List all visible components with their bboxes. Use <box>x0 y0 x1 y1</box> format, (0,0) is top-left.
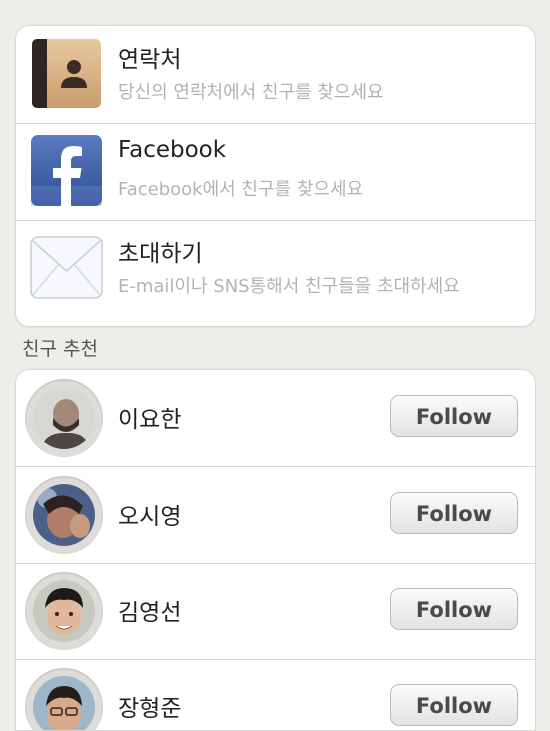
address-book-icon <box>30 37 103 110</box>
envelope-icon <box>30 231 103 304</box>
invite-option-invite[interactable]: 초대하기 E-mail이나 SNS통해서 친구들을 초대하세요 <box>16 220 535 317</box>
avatar-frame <box>25 572 103 650</box>
friend-row: 이요한 Follow <box>16 370 535 467</box>
invite-option-title: 연락처 <box>118 47 182 73</box>
avatar <box>33 387 95 449</box>
invite-option-facebook[interactable]: Facebook Facebook에서 친구를 찾으세요 <box>16 123 535 221</box>
avatar <box>33 580 95 642</box>
avatar-frame <box>25 668 103 730</box>
friend-row: 장형준 Follow <box>16 659 535 730</box>
invite-option-subtitle: Facebook에서 친구를 찾으세요 <box>118 179 364 200</box>
follow-button[interactable]: Follow <box>390 395 518 437</box>
follow-button[interactable]: Follow <box>390 588 518 630</box>
invite-option-contacts[interactable]: 연락처 당신의 연락처에서 친구를 찾으세요 <box>16 26 535 124</box>
avatar <box>33 676 95 730</box>
invite-option-subtitle: E-mail이나 SNS통해서 친구들을 초대하세요 <box>118 276 460 297</box>
avatar <box>33 484 95 546</box>
follow-button[interactable]: Follow <box>390 684 518 726</box>
friend-name: 장형준 <box>118 696 182 722</box>
avatar-frame <box>25 476 103 554</box>
avatar-frame <box>25 379 103 457</box>
follow-button[interactable]: Follow <box>390 492 518 534</box>
friend-row: 김영선 Follow <box>16 563 535 660</box>
invite-option-subtitle: 당신의 연락처에서 친구를 찾으세요 <box>118 82 384 103</box>
friend-name: 오시영 <box>118 504 182 530</box>
friend-name: 이요한 <box>118 407 182 433</box>
invite-options-card: 연락처 당신의 연락처에서 친구를 찾으세요 Facebook Facebook… <box>15 25 536 327</box>
friend-row: 오시영 Follow <box>16 467 535 564</box>
invite-option-title: Facebook <box>118 137 227 163</box>
friend-recommendations-list: 이요한 Follow 오시영 Follow 김영선 Follow 장형준 Fol… <box>15 369 536 731</box>
friend-name: 김영선 <box>118 600 182 626</box>
facebook-icon <box>30 134 103 207</box>
section-title-recommendations: 친구 추천 <box>22 338 98 360</box>
invite-option-title: 초대하기 <box>118 241 203 267</box>
